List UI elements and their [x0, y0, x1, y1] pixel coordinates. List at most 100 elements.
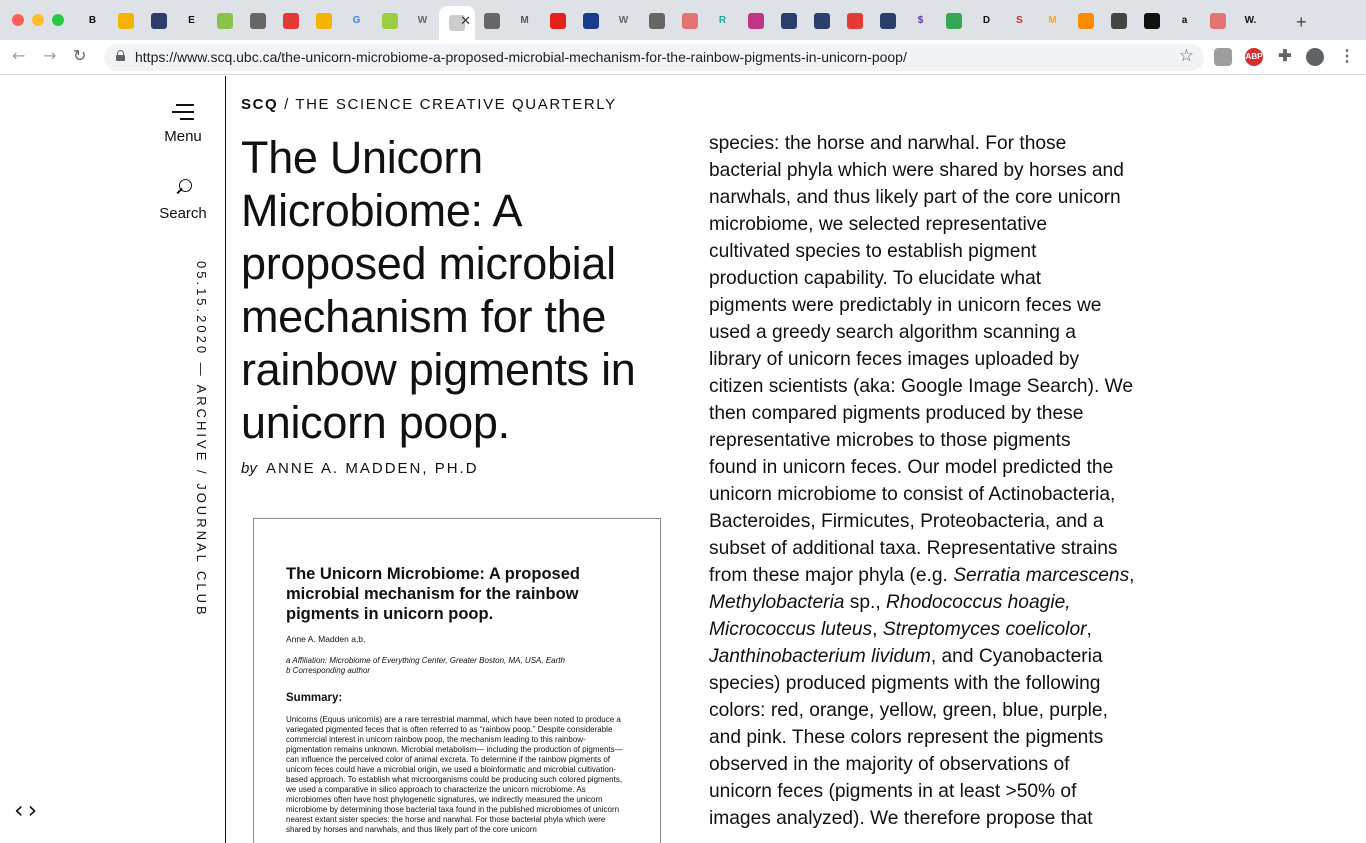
dollar-icon: $ — [917, 15, 924, 26]
tab-strip: B E G W ✕ M W R $ D S Ma W. + — [0, 0, 1366, 40]
affiliation-a: a Affiliation: Microbiome of Everything … — [286, 656, 565, 665]
wikipedia-icon: W — [618, 15, 629, 26]
author-name[interactable]: ANNE A. MADDEN, PH.D — [266, 460, 479, 477]
browser-tab[interactable] — [574, 6, 607, 36]
m-icon: M — [1048, 15, 1057, 26]
lock-icon[interactable] — [116, 50, 125, 61]
browser-tab[interactable] — [871, 6, 904, 36]
body-line: from these major phyla (e.g. Serratia ma… — [709, 565, 1135, 586]
browser-menu-icon[interactable]: ⋮ — [1338, 48, 1356, 66]
aeroplane-icon — [780, 13, 797, 29]
browser-tab[interactable]: W. — [1234, 6, 1267, 36]
wikipedia-icon: W — [417, 15, 428, 26]
fullscreen-window-button[interactable] — [52, 14, 64, 26]
close-tab-icon[interactable]: ✕ — [460, 14, 471, 29]
browser-tab[interactable] — [373, 6, 406, 36]
disk-extension-icon[interactable] — [1214, 48, 1232, 66]
browser-toolbar: ← → ↻ https://www.scq.ubc.ca/the-unicorn… — [0, 40, 1366, 75]
browser-tab[interactable] — [673, 6, 706, 36]
browser-tab[interactable] — [1135, 6, 1168, 36]
body-line: species) produced pigments with the foll… — [709, 673, 1101, 694]
bookmark-star-icon[interactable]: ☆ — [1179, 46, 1194, 66]
browser-tab[interactable] — [208, 6, 241, 36]
browser-tab[interactable]: a — [1168, 6, 1201, 36]
body-line: representative microbes to those pigment… — [709, 430, 1071, 451]
body-line: pigments were predictably in unicorn fec… — [709, 295, 1102, 316]
address-bar[interactable]: https://www.scq.ubc.ca/the-unicorn-micro… — [104, 44, 1204, 71]
body-line: cultivated species to establish pigment — [709, 241, 1037, 262]
reload-icon[interactable]: ↻ — [73, 46, 86, 65]
browser-tab[interactable]: M — [1036, 6, 1069, 36]
browser-tab[interactable] — [937, 6, 970, 36]
byline: by ANNE A. MADDEN, PH.D — [241, 460, 479, 477]
browser-tab[interactable]: S — [1003, 6, 1036, 36]
browser-tab[interactable]: ✕ — [439, 6, 475, 40]
paper-thumbnail[interactable]: The Unicorn Microbiome: A proposed micro… — [253, 518, 661, 843]
browser-tab[interactable] — [640, 6, 673, 36]
breadcrumb-section[interactable]: / THE SCIENCE CREATIVE QUARTERLY — [284, 96, 617, 113]
brand-link[interactable]: SCQ — [241, 96, 278, 113]
browser-tab[interactable]: E — [175, 6, 208, 36]
extensions-puzzle-icon[interactable]: ✚ — [1276, 48, 1294, 66]
browser-tab[interactable]: B — [76, 6, 109, 36]
browser-tab[interactable]: M — [508, 6, 541, 36]
browser-tab[interactable] — [739, 6, 772, 36]
black-circle-icon — [1143, 13, 1160, 29]
url-text[interactable]: https://www.scq.ubc.ca/the-unicorn-micro… — [135, 49, 907, 65]
browser-tab[interactable] — [475, 6, 508, 36]
browser-tab[interactable]: W — [406, 6, 439, 36]
body-line: unicorn feces (pigments in at least >50%… — [709, 781, 1077, 802]
instagram-icon — [747, 13, 764, 29]
browser-tab[interactable] — [838, 6, 871, 36]
back-arrow-icon[interactable]: ← — [12, 46, 25, 65]
browser-tab[interactable]: $ — [904, 6, 937, 36]
body-line: then compared pigments produced by these — [709, 403, 1084, 424]
new-tab-button[interactable]: + — [1296, 12, 1307, 33]
browser-tab[interactable] — [1201, 6, 1234, 36]
menu-label: Menu — [164, 128, 202, 145]
search-icon — [174, 179, 192, 197]
browser-tab[interactable] — [142, 6, 175, 36]
slides-icon — [117, 13, 134, 29]
browser-tab[interactable]: R — [706, 6, 739, 36]
globe-icon — [249, 13, 266, 29]
date-category-meta: 05.15.2020 — ARCHIVE / JOURNAL CLUB — [194, 261, 209, 618]
profile-avatar-icon[interactable] — [1306, 48, 1324, 66]
browser-tab[interactable] — [1069, 6, 1102, 36]
search-button[interactable]: Search — [143, 179, 223, 222]
prev-next-arrows[interactable]: ‹› — [14, 796, 41, 824]
e-icon: E — [188, 15, 195, 26]
thumbnail-summary: Unicorns (Equus unicornis) are a rare te… — [286, 715, 623, 834]
pocket-icon — [282, 13, 299, 29]
byline-by: by — [241, 460, 257, 477]
browser-tab[interactable]: W — [607, 6, 640, 36]
browser-tab[interactable]: G — [340, 6, 373, 36]
browser-tab[interactable] — [307, 6, 340, 36]
s-icon: S — [1016, 15, 1023, 26]
browser-tab[interactable]: D — [970, 6, 1003, 36]
close-window-button[interactable] — [12, 14, 24, 26]
browser-tab[interactable] — [805, 6, 838, 36]
adblock-extension-icon[interactable]: ABP — [1245, 48, 1263, 66]
body-line: library of unicorn feces images uploaded… — [709, 349, 1080, 370]
rg-icon: R — [718, 15, 727, 26]
body-line: production capability. To elucidate what — [709, 268, 1042, 289]
body-line: Janthinobacterium lividum, and Cyanobact… — [709, 646, 1103, 667]
thumbnail-affiliation: a Affiliation: Microbiome of Everything … — [286, 656, 628, 676]
browser-tab[interactable] — [109, 6, 142, 36]
browser-tab[interactable] — [241, 6, 274, 36]
b-icon: B — [88, 15, 97, 26]
browser-tab[interactable] — [1102, 6, 1135, 36]
page-content: Menu Search 05.15.2020 — ARCHIVE / JOURN… — [0, 76, 1366, 843]
browser-tab[interactable] — [274, 6, 307, 36]
menu-button[interactable]: Menu — [143, 102, 223, 145]
cc-icon — [315, 13, 332, 29]
minimize-window-button[interactable] — [32, 14, 44, 26]
forward-arrow-icon[interactable]: → — [43, 46, 56, 65]
aeroplane-icon — [150, 13, 167, 29]
browser-tab[interactable] — [541, 6, 574, 36]
article-title: The Unicorn Microbiome: A proposed micro… — [241, 132, 636, 448]
browser-tab[interactable] — [772, 6, 805, 36]
body-line: Micrococcus luteus, Streptomyces coelico… — [709, 619, 1092, 640]
body-line: unicorn microbiome to consist of Actinob… — [709, 484, 1116, 505]
